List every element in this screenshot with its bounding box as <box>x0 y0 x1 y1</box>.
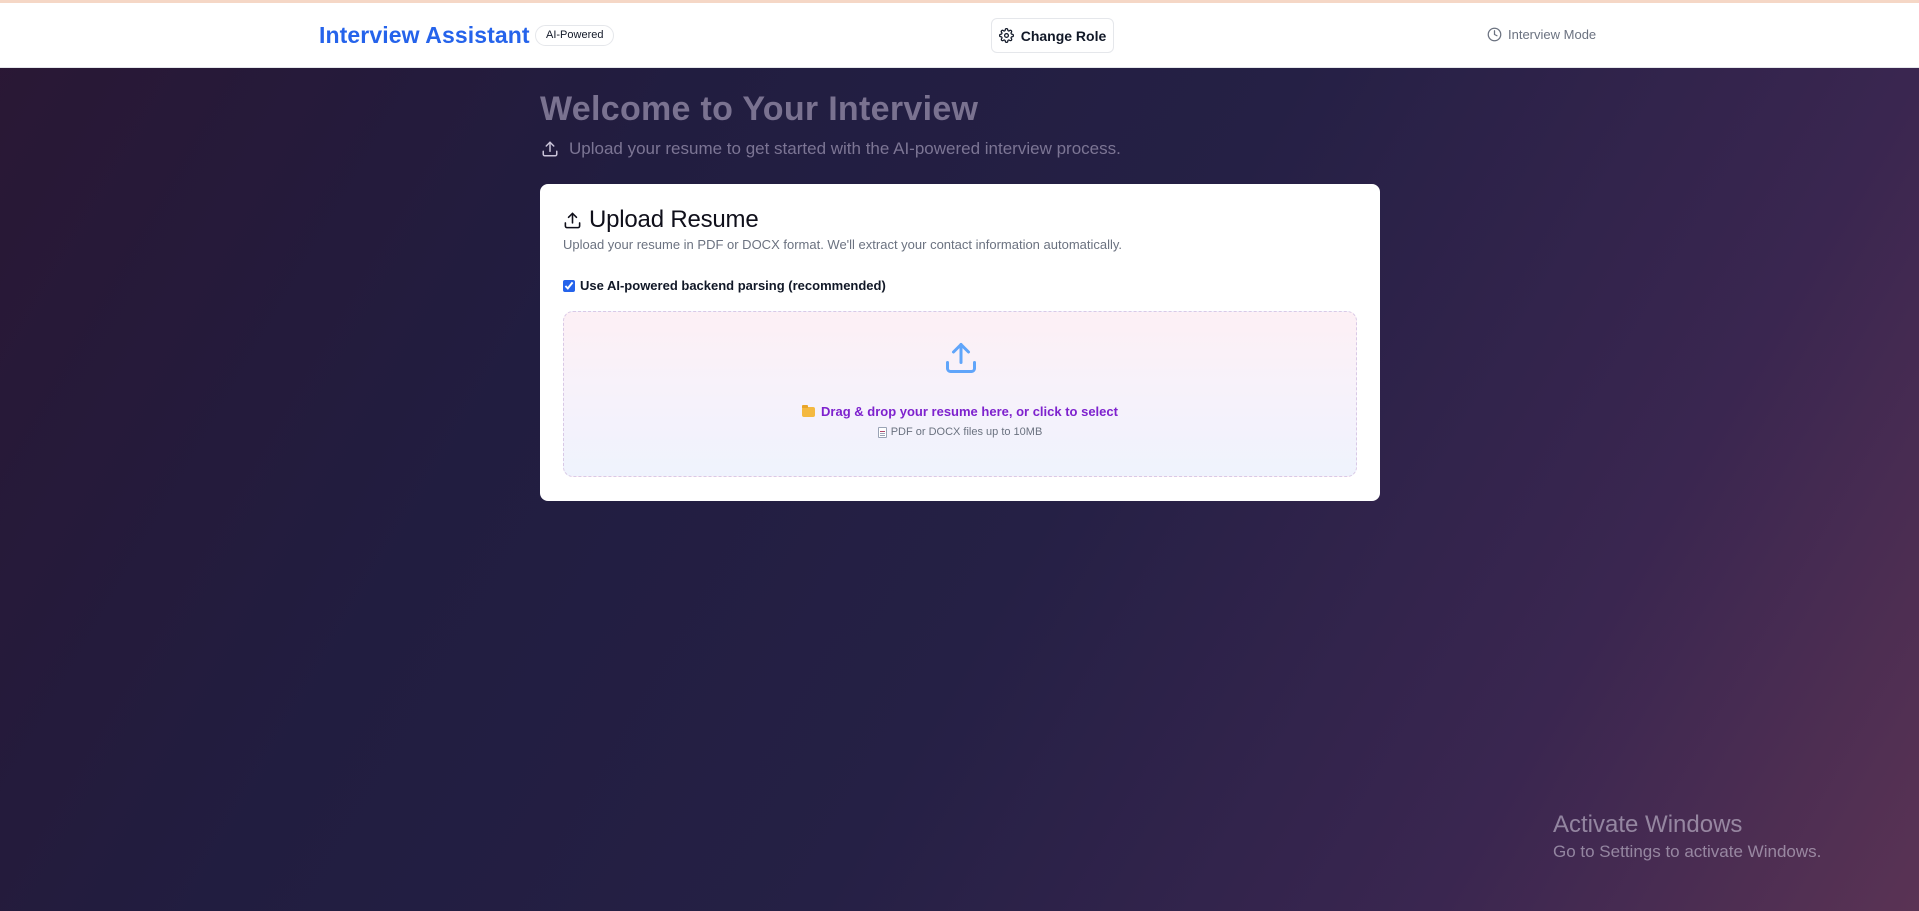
app-header: Interview Assistant AI-Powered Change Ro… <box>0 3 1919 68</box>
interview-mode-label: Interview Mode <box>1508 27 1597 42</box>
dropzone-instruction: Drag & drop your resume here, or click t… <box>564 404 1356 419</box>
card-title: Upload Resume <box>563 206 759 234</box>
page-title: Welcome to Your Interview <box>540 90 979 128</box>
change-role-button[interactable]: Change Role <box>991 18 1114 53</box>
card-title-text: Upload Resume <box>589 206 759 233</box>
clock-icon <box>1487 27 1502 42</box>
windows-activation-watermark: Activate Windows Go to Settings to activ… <box>1553 811 1821 862</box>
dropzone-hint: PDF or DOCX files up to 10MB <box>564 426 1356 438</box>
dropzone-text: Drag & drop your resume here, or click t… <box>821 404 1118 419</box>
backend-parsing-option[interactable]: Use AI-powered backend parsing (recommen… <box>563 278 886 293</box>
upload-icon <box>946 343 976 373</box>
page-subtitle-text: Upload your resume to get started with t… <box>569 139 1121 158</box>
dropzone-hint-text: PDF or DOCX files up to 10MB <box>890 426 1043 438</box>
ai-powered-badge: AI-Powered <box>535 25 615 46</box>
gear-icon <box>998 28 1014 43</box>
upload-icon <box>564 212 581 228</box>
card-description: Upload your resume in PDF or DOCX format… <box>563 237 1123 252</box>
document-icon <box>877 426 887 438</box>
backend-parsing-checkbox[interactable] <box>563 279 575 292</box>
page-subtitle: Upload your resume to get started with t… <box>541 139 1121 159</box>
app-brand[interactable]: Interview Assistant <box>319 22 530 49</box>
change-role-label: Change Role <box>1020 27 1107 44</box>
activation-subtitle: Go to Settings to activate Windows. <box>1553 842 1822 861</box>
backend-parsing-label: Use AI-powered backend parsing (recommen… <box>580 278 886 293</box>
upload-resume-card: Upload Resume Upload your resume in PDF … <box>540 184 1380 501</box>
upload-icon <box>542 141 558 157</box>
interview-mode-indicator: Interview Mode <box>1487 27 1596 42</box>
resume-dropzone[interactable]: Drag & drop your resume here, or click t… <box>563 311 1357 477</box>
activation-title: Activate Windows <box>1553 811 1743 838</box>
folder-icon <box>802 404 816 417</box>
